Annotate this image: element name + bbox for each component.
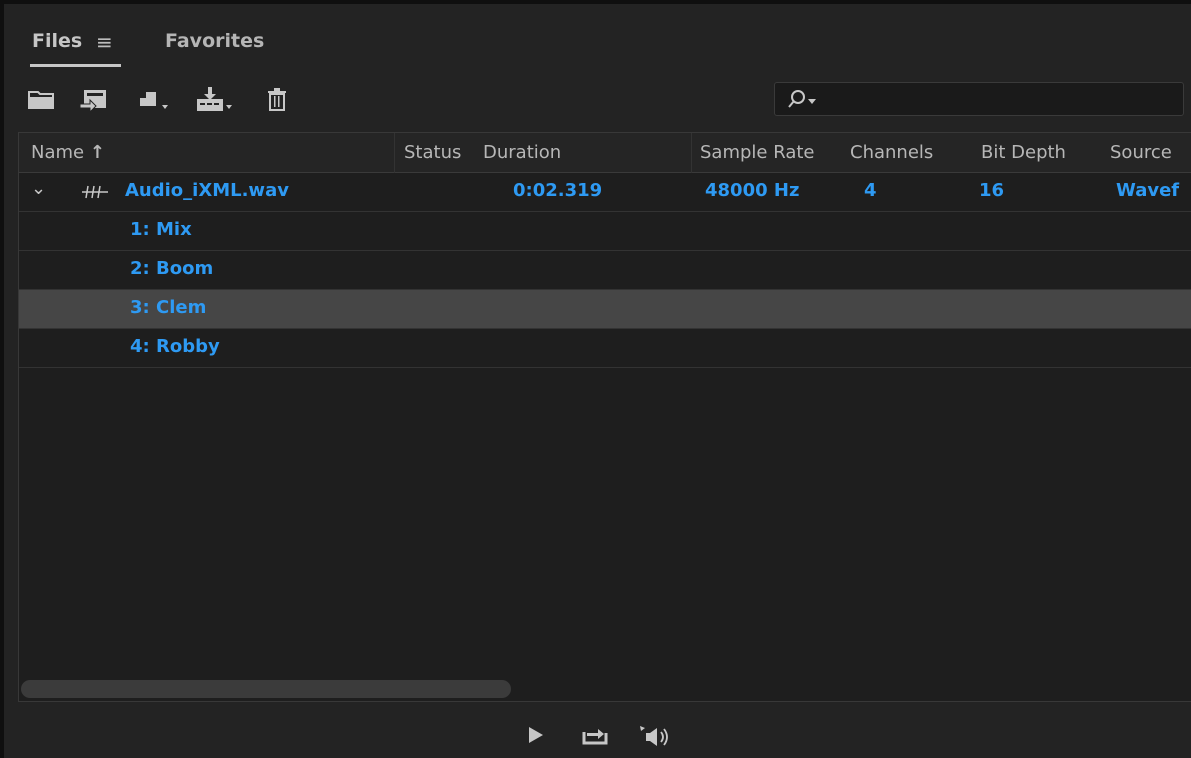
tab-favorites[interactable]: Favorites: [165, 30, 264, 52]
column-channels[interactable]: Channels: [850, 142, 933, 163]
file-sample-rate: 48000 Hz: [705, 180, 800, 201]
channel-name: 2: Boom: [130, 258, 214, 279]
loop-icon[interactable]: [581, 724, 611, 750]
active-tab-indicator: [30, 64, 121, 67]
sort-ascending-icon: ↑: [89, 142, 105, 163]
expand-chevron-icon[interactable]: ⌄: [31, 178, 46, 199]
autoplay-volume-icon[interactable]: [637, 724, 673, 752]
window-top-edge: [0, 0, 1191, 4]
file-source: Wavef: [1116, 180, 1180, 201]
column-sample-rate[interactable]: Sample Rate: [700, 142, 815, 163]
file-channels: 4: [864, 180, 877, 201]
insert-icon[interactable]: [135, 86, 175, 114]
table-row-channel[interactable]: 4: Robby: [19, 329, 1191, 368]
play-icon[interactable]: [525, 724, 547, 750]
search-icon[interactable]: [787, 89, 821, 113]
column-duration[interactable]: Duration: [483, 142, 561, 163]
column-status[interactable]: Status: [404, 142, 461, 163]
table-row-channel[interactable]: 2: Boom: [19, 251, 1191, 290]
folder-icon[interactable]: [27, 86, 57, 114]
table-row-file[interactable]: ⌄ Audio_iXML.wav 0:02.319 48000 Hz 4 16 …: [19, 173, 1191, 212]
file-name: Audio_iXML.wav: [125, 180, 289, 201]
tab-files[interactable]: Files: [32, 30, 82, 52]
column-name-label: Name: [31, 142, 85, 163]
column-bit-depth[interactable]: Bit Depth: [981, 142, 1066, 163]
file-bit-depth: 16: [979, 180, 1005, 201]
file-duration: 0:02.319: [513, 180, 603, 201]
import-icon[interactable]: [78, 86, 110, 114]
channel-name: 3: Clem: [130, 297, 207, 318]
window-left-edge: [0, 0, 4, 758]
column-name[interactable]: Name ↑: [31, 142, 105, 163]
table-row-channel[interactable]: 1: Mix: [19, 212, 1191, 251]
files-table: Name ↑ Status Duration Sample Rate Chann…: [18, 132, 1191, 702]
trash-icon[interactable]: [266, 86, 290, 114]
channel-name: 4: Robby: [130, 336, 220, 357]
search-input[interactable]: [774, 82, 1184, 116]
column-divider[interactable]: [691, 133, 692, 173]
export-icon[interactable]: [193, 86, 237, 114]
panel-menu-icon[interactable]: ≡: [96, 30, 113, 54]
table-header: Name ↑ Status Duration Sample Rate Chann…: [19, 133, 1191, 173]
column-source[interactable]: Source: [1110, 142, 1172, 163]
channel-name: 1: Mix: [130, 219, 192, 240]
table-row-channel-selected[interactable]: 3: Clem: [19, 290, 1191, 329]
waveform-icon: [82, 184, 108, 205]
horizontal-scrollbar[interactable]: [21, 680, 511, 698]
column-divider[interactable]: [394, 133, 395, 173]
